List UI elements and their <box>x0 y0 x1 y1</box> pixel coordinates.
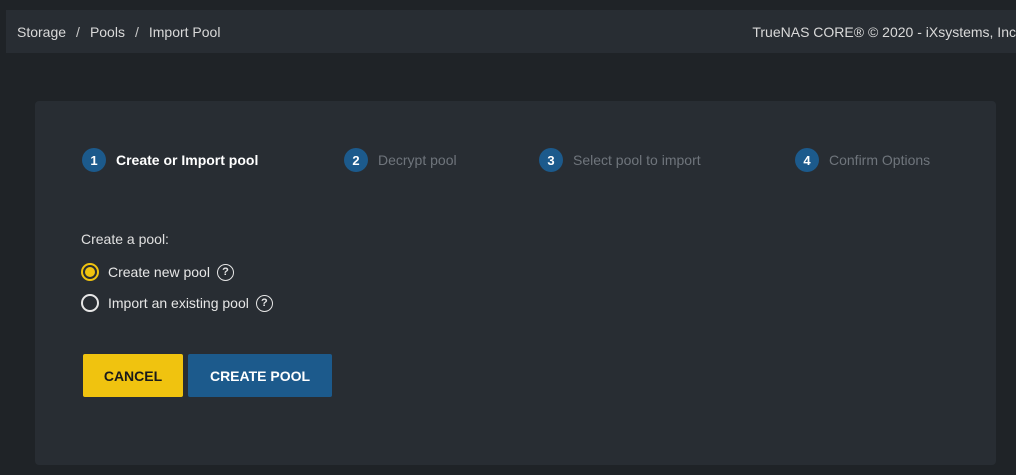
breadcrumb-storage[interactable]: Storage <box>17 24 66 40</box>
create-pool-button[interactable]: CREATE POOL <box>188 354 332 397</box>
breadcrumb-separator: / <box>134 23 139 40</box>
breadcrumb: Storage / Pools / Import Pool <box>17 24 220 40</box>
breadcrumb-import-pool: Import Pool <box>148 23 221 40</box>
step-number: 4 <box>795 148 819 172</box>
import-pool-card: 1 Create or Import pool 2 Decrypt pool 3… <box>35 101 996 465</box>
form-title: Create a pool: <box>81 231 169 247</box>
cancel-button[interactable]: CANCEL <box>83 354 183 397</box>
step-confirm-options[interactable]: 4 Confirm Options <box>795 148 930 172</box>
radio-dot <box>85 267 95 277</box>
top-bar: Storage / Pools / Import Pool TrueNAS CO… <box>6 10 1016 53</box>
step-number: 1 <box>82 148 106 172</box>
help-icon[interactable]: ? <box>216 263 234 281</box>
step-number: 2 <box>344 148 368 172</box>
step-select-pool[interactable]: 3 Select pool to import <box>539 148 795 172</box>
step-label: Select pool to import <box>573 152 701 168</box>
breadcrumb-separator: / <box>76 23 80 40</box>
radio-button-unchecked[interactable] <box>81 294 99 312</box>
breadcrumb-pools[interactable]: Pools <box>90 24 125 40</box>
stepper: 1 Create or Import pool 2 Decrypt pool 3… <box>82 148 930 172</box>
radio-button-checked[interactable] <box>81 263 99 281</box>
step-number: 3 <box>539 148 563 172</box>
radio-label[interactable]: Create new pool <box>108 264 210 280</box>
radio-label[interactable]: Import an existing pool <box>108 295 249 311</box>
step-decrypt-pool[interactable]: 2 Decrypt pool <box>344 148 539 172</box>
step-create-or-import[interactable]: 1 Create or Import pool <box>82 148 344 172</box>
radio-create-new-pool[interactable]: Create new pool ? <box>81 263 234 281</box>
step-label: Confirm Options <box>829 152 931 168</box>
main-content: 1 Create or Import pool 2 Decrypt pool 3… <box>6 53 1016 475</box>
radio-import-existing-pool[interactable]: Import an existing pool ? <box>81 294 273 312</box>
step-label: Decrypt pool <box>378 152 457 168</box>
help-icon[interactable]: ? <box>255 294 273 312</box>
copyright-text: TrueNAS CORE® © 2020 - iXsystems, Inc <box>752 23 1016 40</box>
step-label: Create or Import pool <box>116 152 259 168</box>
